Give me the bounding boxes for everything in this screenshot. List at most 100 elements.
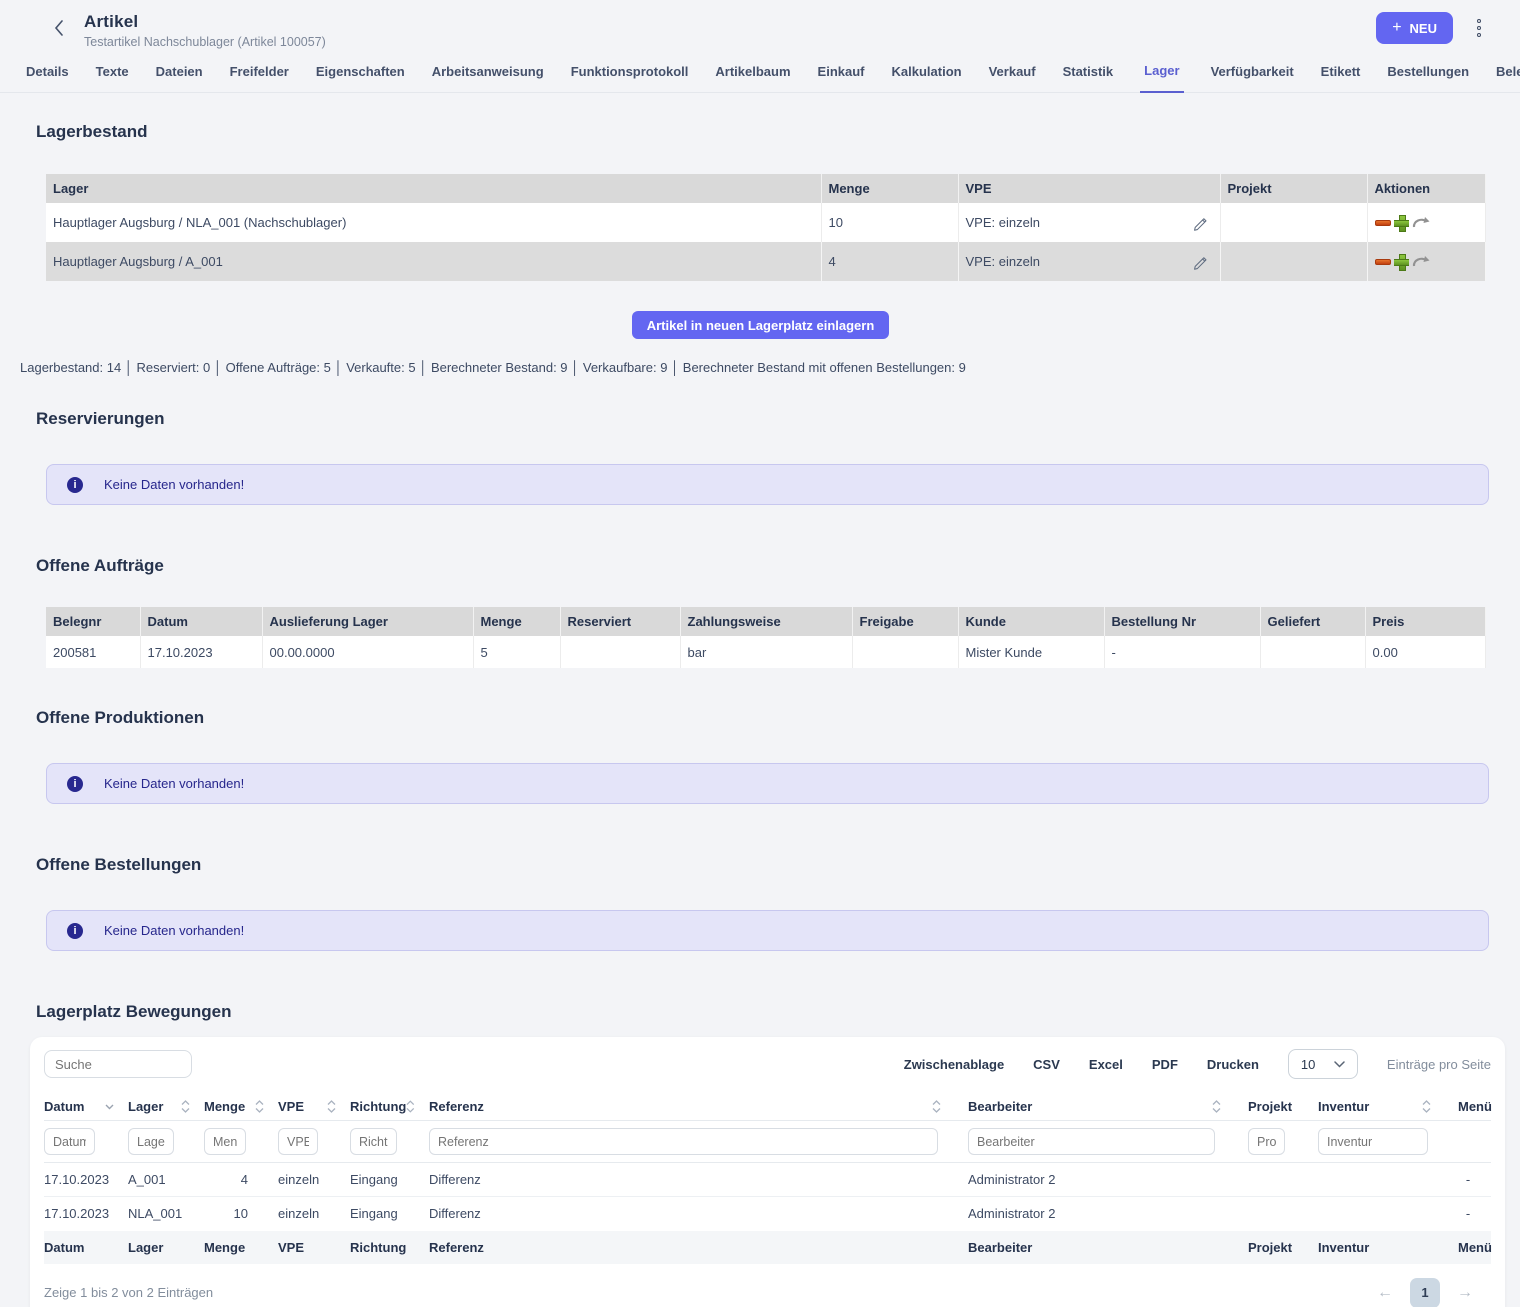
toolbar-right: Zwischenablage CSV Excel PDF Drucken 10 …	[904, 1049, 1491, 1079]
neu-button[interactable]: + NEU	[1376, 12, 1453, 44]
cell-bearbeiter: Administrator 2	[955, 1163, 1235, 1197]
edit-vpe-icon[interactable]	[1192, 254, 1208, 270]
cell-richtung: Eingang	[350, 1163, 429, 1197]
sort-icon	[932, 1100, 941, 1113]
cell-menge: 10	[821, 203, 958, 242]
filter-referenz-input[interactable]	[429, 1128, 938, 1155]
col-lager[interactable]: Lager	[128, 1093, 204, 1121]
tab-einkauf[interactable]: Einkauf	[818, 64, 865, 92]
bewegungen-table: Datum Lager Menge VPE Richtung Referenz …	[44, 1093, 1491, 1264]
tab-bar: Details Texte Dateien Freifelder Eigensc…	[0, 49, 1520, 93]
decrease-stock-icon[interactable]	[1375, 220, 1391, 226]
filter-projekt-input[interactable]	[1248, 1128, 1285, 1155]
cell-bestellung-nr: -	[1104, 636, 1260, 668]
col-projekt[interactable]: Projekt	[1235, 1093, 1305, 1121]
cell-datum: 17.10.2023	[44, 1163, 128, 1197]
filter-bearbeiter-input[interactable]	[968, 1128, 1215, 1155]
tab-lager[interactable]: Lager	[1140, 63, 1183, 93]
search-input[interactable]	[44, 1050, 192, 1078]
tab-arbeitsanweisung[interactable]: Arbeitsanweisung	[432, 64, 544, 92]
info-icon: i	[67, 923, 83, 939]
cell-referenz: Differenz	[429, 1163, 955, 1197]
col-menge[interactable]: Menge	[204, 1093, 278, 1121]
info-icon: i	[67, 776, 83, 792]
back-button[interactable]	[48, 20, 70, 36]
increase-stock-icon[interactable]	[1394, 254, 1409, 269]
tab-kalkulation[interactable]: Kalkulation	[892, 64, 962, 92]
tab-statistik[interactable]: Statistik	[1063, 64, 1114, 92]
filter-menge-input[interactable]	[204, 1128, 246, 1155]
col-preis: Preis	[1365, 607, 1485, 636]
tab-bestellungen[interactable]: Bestellungen	[1387, 64, 1469, 92]
col-referenz[interactable]: Referenz	[429, 1093, 955, 1121]
cell-lager: NLA_001	[128, 1197, 204, 1231]
footer-col-richtung: Richtung	[350, 1231, 429, 1264]
kebab-menu-icon[interactable]	[1473, 15, 1485, 41]
transfer-stock-icon[interactable]	[1412, 216, 1430, 229]
neu-button-label: NEU	[1410, 21, 1437, 36]
tab-verkauf[interactable]: Verkauf	[989, 64, 1036, 92]
edit-vpe-icon[interactable]	[1192, 215, 1208, 231]
col-bearbeiter[interactable]: Bearbeiter	[955, 1093, 1235, 1121]
col-inventur[interactable]: Inventur	[1305, 1093, 1445, 1121]
bewegung-row: 17.10.2023 A_001 4 einzeln Eingang Diffe…	[44, 1163, 1491, 1197]
tab-details[interactable]: Details	[26, 64, 69, 92]
transfer-stock-icon[interactable]	[1412, 255, 1430, 268]
lagerbestand-row: Hauptlager Augsburg / NLA_001 (Nachschub…	[46, 203, 1485, 242]
filter-vpe-input[interactable]	[278, 1128, 318, 1155]
col-zahlungsweise: Zahlungsweise	[680, 607, 852, 636]
cell-lager: Hauptlager Augsburg / A_001	[46, 242, 821, 281]
cell-preis: 0.00	[1365, 636, 1485, 668]
einlagern-button[interactable]: Artikel in neuen Lagerplatz einlagern	[632, 311, 890, 339]
col-richtung[interactable]: Richtung	[350, 1093, 429, 1121]
page-size-select[interactable]: 10	[1288, 1049, 1358, 1079]
tab-verfuegbarkeit[interactable]: Verfügbarkeit	[1211, 64, 1294, 92]
export-csv-button[interactable]: CSV	[1033, 1057, 1060, 1072]
export-zwischenablage-button[interactable]: Zwischenablage	[904, 1057, 1004, 1072]
main-content: Lagerbestand Lager Menge VPE Projekt Akt…	[0, 122, 1520, 1307]
tab-texte[interactable]: Texte	[96, 64, 129, 92]
col-menge: Menge	[473, 607, 560, 636]
col-belegnr: Belegnr	[46, 607, 140, 636]
tab-eigenschaften[interactable]: Eigenschaften	[316, 64, 405, 92]
tab-freifelder[interactable]: Freifelder	[230, 64, 289, 92]
filter-lager-input[interactable]	[128, 1128, 174, 1155]
cell-bearbeiter: Administrator 2	[955, 1197, 1235, 1231]
col-freigabe: Freigabe	[852, 607, 958, 636]
cell-menu: -	[1445, 1163, 1491, 1197]
vpe-value: VPE: einzeln	[966, 215, 1040, 230]
cell-menge: 4	[821, 242, 958, 281]
filter-datum-input[interactable]	[44, 1128, 95, 1155]
filter-richtung-input[interactable]	[350, 1128, 397, 1155]
prev-page-icon[interactable]: ←	[1377, 1284, 1393, 1302]
cell-projekt	[1220, 203, 1367, 242]
cell-kunde: Mister Kunde	[958, 636, 1104, 668]
tab-etikett[interactable]: Etikett	[1321, 64, 1361, 92]
col-vpe[interactable]: VPE	[278, 1093, 350, 1121]
empty-text: Keine Daten vorhanden!	[104, 477, 244, 492]
cell-freigabe	[852, 636, 958, 668]
export-drucken-button[interactable]: Drucken	[1207, 1057, 1259, 1072]
decrease-stock-icon[interactable]	[1375, 259, 1391, 265]
bewegungen-card: Zwischenablage CSV Excel PDF Drucken 10 …	[30, 1037, 1505, 1307]
tab-dateien[interactable]: Dateien	[156, 64, 203, 92]
col-menu[interactable]: Menü	[1445, 1093, 1491, 1121]
tab-funktionsprotokoll[interactable]: Funktionsprotokoll	[571, 64, 689, 92]
increase-stock-icon[interactable]	[1394, 215, 1409, 230]
next-page-icon[interactable]: →	[1457, 1284, 1473, 1302]
current-page-button[interactable]: 1	[1410, 1278, 1440, 1307]
export-pdf-button[interactable]: PDF	[1152, 1057, 1178, 1072]
col-datum[interactable]: Datum	[44, 1093, 128, 1121]
export-excel-button[interactable]: Excel	[1089, 1057, 1123, 1072]
col-lager: Lager	[46, 174, 821, 203]
cell-referenz: Differenz	[429, 1197, 955, 1231]
tab-belege[interactable]: Belege	[1496, 64, 1520, 92]
lagerbestand-table: Lager Menge VPE Projekt Aktionen Hauptla…	[46, 174, 1486, 281]
empty-text: Keine Daten vorhanden!	[104, 923, 244, 938]
cell-projekt	[1235, 1197, 1305, 1231]
app-header: Artikel Testartikel Nachschublager (Arti…	[0, 0, 1520, 49]
lagerbestand-header-row: Lager Menge VPE Projekt Aktionen	[46, 174, 1485, 203]
filter-inventur-input[interactable]	[1318, 1128, 1428, 1155]
tab-artikelbaum[interactable]: Artikelbaum	[715, 64, 790, 92]
cell-menu: -	[1445, 1197, 1491, 1231]
